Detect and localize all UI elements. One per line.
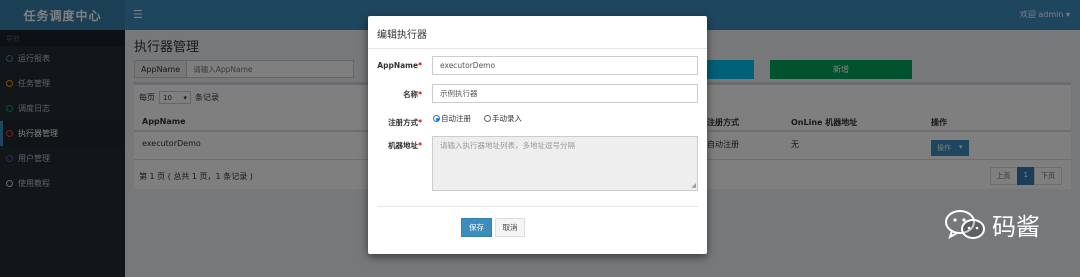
watermark: 码酱 xyxy=(944,207,1040,242)
divider xyxy=(368,48,707,49)
appname-label-text: AppName xyxy=(377,61,419,70)
required-mark: * xyxy=(418,141,422,150)
radio-manual-entry[interactable]: 手动录入 xyxy=(484,113,522,124)
radio-auto-label: 自动注册 xyxy=(441,114,471,123)
address-label: 机器地址* xyxy=(374,140,422,151)
radio-checked-icon xyxy=(433,115,440,122)
edit-executor-modal: 编辑执行器 AppName* executorDemo 名称* 示例执行器 注册… xyxy=(368,16,707,254)
reg-label-text: 注册方式 xyxy=(388,118,419,127)
radio-manual-label: 手动录入 xyxy=(492,114,522,123)
wechat-icon xyxy=(945,209,985,239)
resize-grip-icon[interactable]: ◢ xyxy=(691,182,696,189)
modal-title: 编辑执行器 xyxy=(377,30,427,41)
divider xyxy=(377,206,698,207)
cancel-button[interactable]: 取消 xyxy=(495,218,525,237)
radio-auto-register[interactable]: 自动注册 xyxy=(433,113,471,124)
address-placeholder: 请输入执行器地址列表，多地址逗号分隔 xyxy=(440,141,575,150)
radio-unchecked-icon xyxy=(484,115,491,122)
required-mark: * xyxy=(418,118,422,127)
appname-field[interactable]: executorDemo xyxy=(432,56,698,75)
name-label-text: 名称 xyxy=(403,90,419,99)
watermark-text: 码酱 xyxy=(992,213,1040,241)
name-field[interactable]: 示例执行器 xyxy=(432,84,698,103)
reg-type-label: 注册方式* xyxy=(374,117,422,128)
address-textarea[interactable]: 请输入执行器地址列表，多地址逗号分隔 ◢ xyxy=(432,136,698,191)
appname-label: AppName* xyxy=(374,61,422,70)
save-button[interactable]: 保存 xyxy=(461,218,492,237)
required-mark: * xyxy=(418,90,422,99)
addr-label-text: 机器地址 xyxy=(388,141,419,150)
required-mark: * xyxy=(418,61,422,70)
name-label: 名称* xyxy=(374,89,422,100)
